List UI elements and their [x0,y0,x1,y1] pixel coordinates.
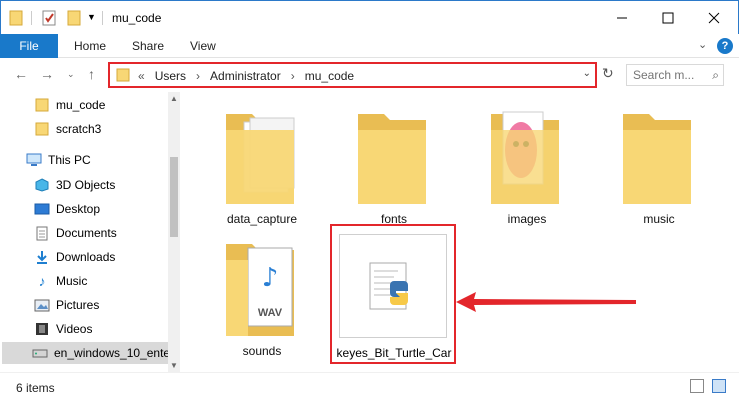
recent-locations-icon[interactable]: ⌄ [67,69,75,80]
music-icon: ♪ [262,263,279,293]
sidebar-item-label: en_windows_10_ente [54,346,170,360]
pictures-icon [34,297,50,313]
file-item-keyes-bit-turtle-car[interactable] [339,234,447,338]
folder-item-sounds[interactable]: ♪ WAV sounds [202,234,322,364]
sidebar-item-label: scratch3 [56,122,102,136]
music-icon: ♪ [38,273,46,289]
breadcrumb: « Users › Administrator › mu_code [138,69,354,83]
item-count: 6 items [16,381,55,395]
videos-icon [34,321,50,337]
folder-icon: ♪ WAV [226,244,294,336]
sidebar-item-label: This PC [48,153,91,167]
sidebar-item-label: Pictures [56,298,100,312]
sidebar-item-label: 3D Objects [56,178,116,192]
minimize-icon[interactable] [599,1,645,34]
up-icon[interactable]: ↑ [88,66,95,82]
computer-icon [26,152,42,168]
file-name: keyes_Bit_Turtle_Car [336,346,452,360]
divider [102,11,103,25]
breadcrumb-overflow[interactable]: « [138,69,145,83]
maximize-icon[interactable] [645,1,691,34]
cube-icon [34,177,50,193]
tab-home[interactable]: Home [74,39,106,53]
tab-file[interactable]: File [0,34,58,58]
chevron-right-icon[interactable]: › [196,69,200,83]
drive-icon [32,345,48,361]
close-icon[interactable] [691,1,737,34]
details-view-icon[interactable] [690,379,704,393]
search-box[interactable]: ⌕ [626,64,724,86]
search-input[interactable] [633,68,703,82]
folder-icon [491,111,559,204]
sidebar-item-label: mu_code [56,98,106,112]
sidebar-item-label: Desktop [56,202,101,216]
help-icon[interactable]: ? [717,38,733,54]
sidebar-item-en-windows-10[interactable]: en_windows_10_ente [2,342,170,364]
breadcrumb-users[interactable]: Users [155,69,186,83]
ribbon: File Home Share View ⌄ ? [0,34,739,58]
tab-view[interactable]: View [190,39,216,53]
navigation-bar: ← → ⌄ ↑ « Users › Administrator › mu_cod… [0,58,739,92]
folder-icon [34,121,50,137]
annotation-arrow [456,292,636,312]
breadcrumb-mu-code[interactable]: mu_code [305,69,354,83]
file-name: sounds [242,344,282,358]
file-name: images [507,212,547,226]
sidebar-item-label: Documents [56,226,117,240]
new-folder-icon[interactable] [67,10,81,29]
navigation-pane: mu_code scratch3 This PC 3D Objects Desk… [0,92,180,372]
sidebar-item-label: Videos [56,322,93,336]
folder-icon [116,68,130,85]
chevron-down-icon[interactable]: ⌄ [583,68,591,79]
scroll-up-icon[interactable]: ▲ [170,94,178,103]
large-icons-view-icon[interactable] [712,379,726,393]
file-name: data_capture [226,212,298,226]
desktop-icon [34,201,50,217]
expand-ribbon-icon[interactable]: ⌄ [698,38,707,51]
title-bar: ▼ mu_code [0,0,739,34]
folder-icon [358,114,426,204]
back-icon[interactable]: ← [14,66,28,82]
folder-item-images[interactable]: images [467,100,587,240]
folder-item-fonts[interactable]: fonts [334,100,454,240]
file-name: music [643,212,675,226]
sidebar-scrollbar[interactable]: ▲ ▼ [168,92,180,372]
python-file-icon [369,262,408,310]
sidebar-item-label: Downloads [56,250,116,264]
folder-icon [226,114,295,204]
refresh-icon[interactable]: ↻ [602,65,614,82]
scrollbar-thumb[interactable] [170,157,178,237]
chevron-right-icon[interactable]: › [291,69,295,83]
folder-item-music[interactable]: music [599,100,719,240]
chevron-down-icon[interactable]: ▼ [87,12,96,22]
properties-icon[interactable] [41,10,57,29]
forward-icon[interactable]: → [40,66,54,82]
divider [31,11,32,25]
status-bar: 6 items [0,372,739,400]
folder-icon [9,10,23,29]
window-title: mu_code [112,11,162,25]
wav-label: WAV [258,307,283,319]
folder-icon [34,97,50,113]
scroll-down-icon[interactable]: ▼ [170,361,178,370]
folder-item-data-capture[interactable]: data_capture [202,100,322,240]
search-icon[interactable]: ⌕ [712,68,719,83]
documents-icon [34,225,50,241]
download-icon [34,249,50,265]
sidebar-item-label: Music [56,274,88,288]
breadcrumb-administrator[interactable]: Administrator [210,69,281,83]
folder-icon [623,114,691,204]
tab-share[interactable]: Share [132,39,164,53]
address-bar[interactable]: « Users › Administrator › mu_code ⌄ [108,62,597,88]
